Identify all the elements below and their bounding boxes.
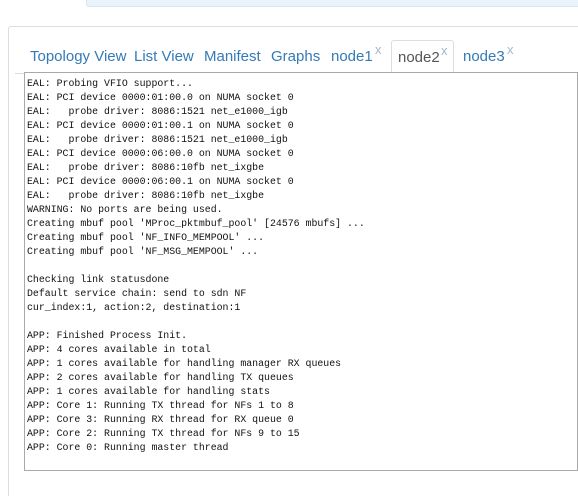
console-line: EAL: PCI device 0000:06:00.1 on NUMA soc… xyxy=(27,176,294,187)
tab-bar: Topology View List View Manifest Graphs … xyxy=(15,40,578,74)
tab-graphs-label: Graphs xyxy=(271,48,321,65)
console-line: Checking link statusdone xyxy=(27,274,170,285)
tab-node2[interactable]: node2 x xyxy=(391,40,454,74)
top-banner-edge xyxy=(86,0,578,7)
tab-list-view-label: List View xyxy=(134,48,194,65)
console-line: APP: 1 cores available for handling mana… xyxy=(27,358,342,369)
console-line: EAL: probe driver: 8086:10fb net_ixgbe xyxy=(27,190,265,201)
tab-node3-close-icon[interactable]: x xyxy=(507,42,514,57)
tab-node1-label: node1 xyxy=(331,48,373,65)
tab-node3[interactable]: node3 x xyxy=(456,40,522,73)
console-line: Creating mbuf pool 'NF_INFO_MEMPOOL' ... xyxy=(27,232,265,243)
tab-manifest[interactable]: Manifest xyxy=(199,40,266,73)
console-line: EAL: PCI device 0000:06:00.0 on NUMA soc… xyxy=(27,148,294,159)
console-line: EAL: probe driver: 8086:1521 net_e1000_i… xyxy=(27,106,288,117)
console-line: APP: 1 cores available for handling stat… xyxy=(27,386,270,397)
console-line: APP: Core 0: Running master thread xyxy=(27,442,229,453)
console-output[interactable]: EAL: Probing VFIO support... EAL: PCI de… xyxy=(24,72,578,471)
console-line: EAL: PCI device 0000:01:00.0 on NUMA soc… xyxy=(27,92,294,103)
console-line: WARNING: No ports are being used. xyxy=(27,204,223,215)
tab-node1[interactable]: node1 x xyxy=(325,40,391,73)
console-line: cur_index:1, action:2, destination:1 xyxy=(27,302,241,313)
tab-topology-view[interactable]: Topology View xyxy=(15,40,128,73)
tab-list-view[interactable]: List View xyxy=(128,40,199,73)
console-line: Creating mbuf pool 'NF_MSG_MEMPOOL' ... xyxy=(27,246,259,257)
console-line: APP: Finished Process Init. xyxy=(27,330,188,341)
console-line: Default service chain: send to sdn NF xyxy=(27,288,247,299)
tab-graphs[interactable]: Graphs xyxy=(266,40,325,73)
console-line: EAL: PCI device 0000:01:00.1 on NUMA soc… xyxy=(27,120,294,131)
tab-node1-close-icon[interactable]: x xyxy=(375,42,382,57)
console-line: APP: Core 2: Running TX thread for NFs 9… xyxy=(27,428,300,439)
console-line: EAL: Probing VFIO support... xyxy=(27,78,193,89)
console-line: EAL: probe driver: 8086:1521 net_e1000_i… xyxy=(27,134,288,145)
tab-node2-label: node2 xyxy=(398,49,440,66)
tab-node2-close-icon[interactable]: x xyxy=(441,43,448,58)
tab-node3-label: node3 xyxy=(463,48,505,65)
tab-topology-view-label: Topology View xyxy=(30,48,127,65)
console-line: Creating mbuf pool 'MProc_pktmbuf_pool' … xyxy=(27,218,365,229)
console-line: APP: Core 3: Running RX thread for RX qu… xyxy=(27,414,294,425)
tab-manifest-label: Manifest xyxy=(204,48,261,65)
console-line: APP: Core 1: Running TX thread for NFs 1… xyxy=(27,400,294,411)
console-line: APP: 4 cores available in total xyxy=(27,344,211,355)
console-line: EAL: probe driver: 8086:10fb net_ixgbe xyxy=(27,162,265,173)
console-line: APP: 2 cores available for handling TX q… xyxy=(27,372,294,383)
